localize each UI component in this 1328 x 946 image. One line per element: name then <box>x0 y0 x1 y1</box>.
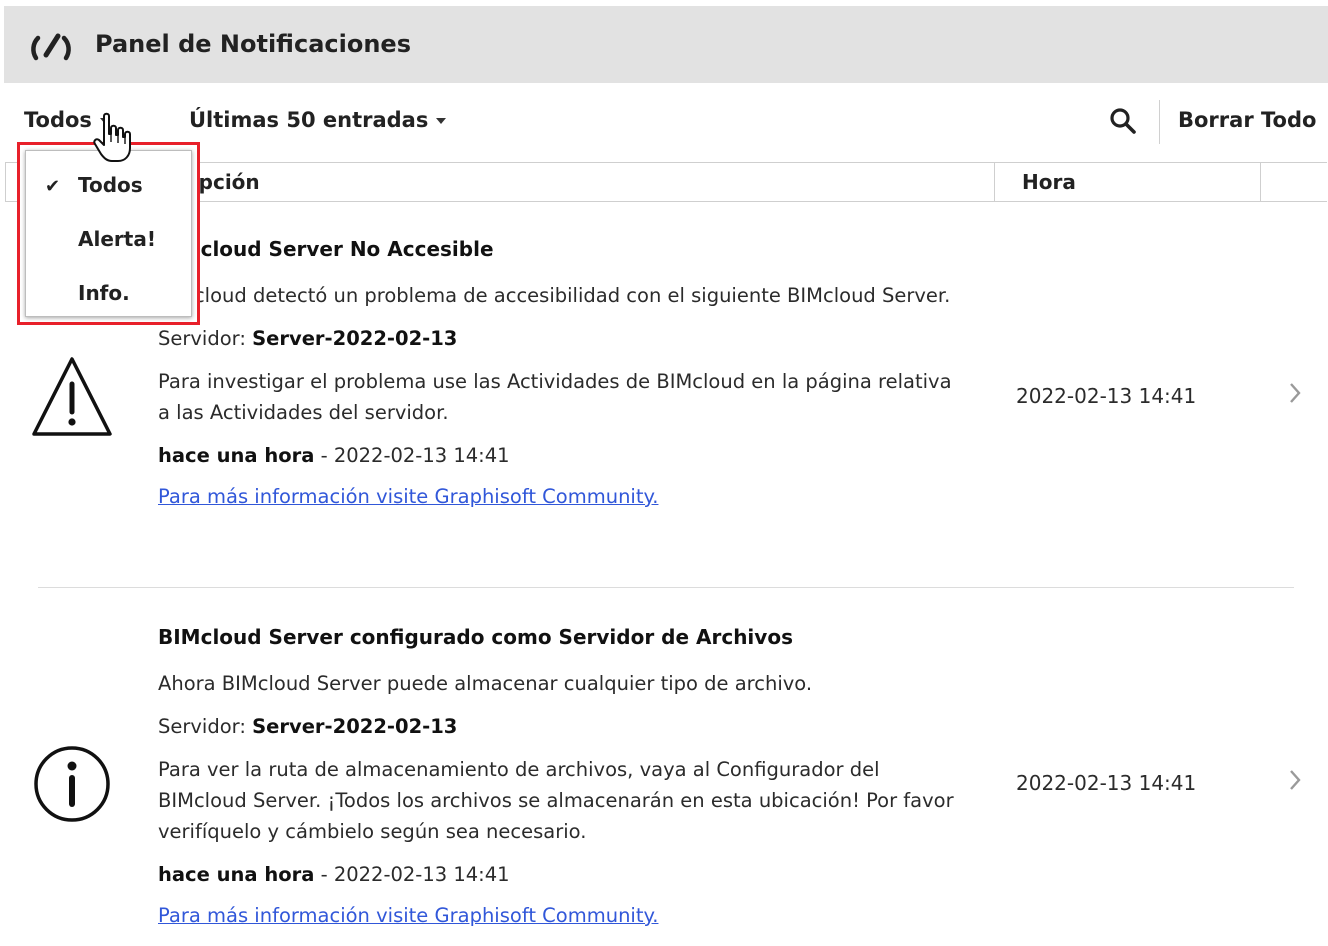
server-label: Servidor: <box>158 715 246 738</box>
server-label: Servidor: <box>158 327 246 350</box>
notification-server: Servidor: Server-2022-02-13 <box>158 323 968 354</box>
notification-time: 2022-02-13 14:41 <box>1016 384 1197 408</box>
filter-menu-item-info[interactable]: Info. <box>26 273 191 313</box>
notification-time: 2022-02-13 14:41 <box>1016 771 1197 795</box>
notification-title: BIMcloud Server No Accesible <box>158 237 494 261</box>
community-link[interactable]: Para más información visite Graphisoft C… <box>158 902 968 930</box>
absolute-time: - 2022-02-13 14:41 <box>314 444 510 467</box>
toolbar-divider <box>1159 100 1160 144</box>
column-header-time[interactable]: Hora <box>1022 170 1076 194</box>
info-icon <box>34 746 110 822</box>
search-icon[interactable] <box>1108 106 1138 136</box>
chevron-right-icon[interactable] <box>1288 381 1302 405</box>
filter-menu-item-label: Todos <box>78 173 143 197</box>
column-divider <box>1260 163 1261 202</box>
filter-dropdown-label: Todos <box>24 108 92 132</box>
notification-timestamp: hace una hora - 2022-02-13 14:41 <box>158 440 968 471</box>
check-icon: ✔ <box>45 176 61 197</box>
filter-menu-highlight: ✔ Todos Alerta! Info. <box>17 142 200 325</box>
entries-dropdown[interactable]: Últimas 50 entradas <box>189 108 447 132</box>
notification-server: Servidor: Server-2022-02-13 <box>158 711 968 742</box>
filter-menu-item-label: Info. <box>78 281 130 305</box>
notification-message: Ahora BIMcloud Server puede almacenar cu… <box>158 672 813 695</box>
clear-all-button[interactable]: Borrar Todo <box>1178 108 1316 132</box>
notification-timestamp: hace una hora - 2022-02-13 14:41 <box>158 859 968 890</box>
notification-message: BIMcloud detectó un problema de accesibi… <box>158 284 951 307</box>
page-header: Panel de Notificaciones <box>4 6 1328 83</box>
gauge-icon <box>31 33 71 61</box>
notification-title: BIMcloud Server configurado como Servido… <box>158 625 793 649</box>
community-link[interactable]: Para más información visite Graphisoft C… <box>158 483 968 511</box>
filter-menu-item-alerta[interactable]: Alerta! <box>26 219 191 259</box>
chevron-down-icon <box>436 118 447 124</box>
relative-time: hace una hora <box>158 444 315 467</box>
page-title: Panel de Notificaciones <box>95 30 411 58</box>
filter-menu: ✔ Todos Alerta! Info. <box>25 150 192 317</box>
absolute-time: - 2022-02-13 14:41 <box>314 863 510 886</box>
notification-body: BIMcloud Server configurado como Servido… <box>158 624 968 930</box>
filter-menu-item-todos[interactable]: ✔ Todos <box>26 165 191 205</box>
entries-dropdown-label: Últimas 50 entradas <box>189 108 429 132</box>
server-value: Server-2022-02-13 <box>252 327 458 350</box>
notification-detail: Para ver la ruta de almacenamiento de ar… <box>158 758 954 843</box>
relative-time: hace una hora <box>158 863 315 886</box>
chevron-right-icon[interactable] <box>1288 768 1302 792</box>
column-divider <box>994 163 995 202</box>
table-header: Descripción Hora <box>5 162 1327 202</box>
notification-detail: Para investigar el problema use las Acti… <box>158 370 952 424</box>
warning-icon <box>32 357 112 436</box>
notification-body: BIMcloud Server No Accesible BIMcloud de… <box>158 236 968 511</box>
row-divider <box>38 587 1294 588</box>
hand-cursor-icon <box>93 112 131 162</box>
server-value: Server-2022-02-13 <box>252 715 458 738</box>
filter-menu-item-label: Alerta! <box>78 227 156 251</box>
